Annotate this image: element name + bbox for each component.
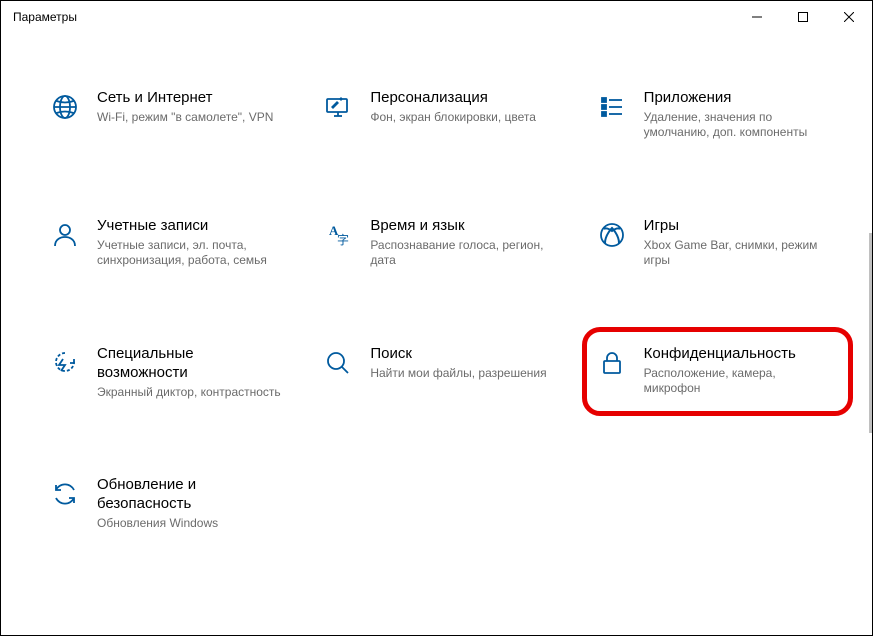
window-title: Параметры [13, 10, 77, 24]
tile-title: Обновление и безопасность [97, 476, 282, 514]
close-button[interactable] [826, 1, 872, 33]
tile-desc: Xbox Game Bar, снимки, режим игры [644, 238, 829, 269]
tile-texts: Учетные записи Учетные записи, эл. почта… [97, 217, 282, 269]
tile-title: Конфиденциальность [644, 345, 829, 364]
tile-title: Персонализация [370, 89, 555, 108]
tile-title: Поиск [370, 345, 555, 364]
scrollbar[interactable] [869, 233, 872, 433]
tile-desc: Найти мои файлы, разрешения [370, 366, 555, 382]
lock-icon [596, 347, 628, 379]
tile-texts: Игры Xbox Game Bar, снимки, режим игры [644, 217, 829, 269]
tile-texts: Обновление и безопасность Обновления Win… [97, 476, 282, 531]
svg-text:字: 字 [337, 232, 349, 247]
tile-title: Сеть и Интернет [97, 89, 282, 108]
tile-title: Время и язык [370, 217, 555, 236]
tile-texts: Сеть и Интернет Wi-Fi, режим "в самолете… [97, 89, 282, 125]
settings-grid: Сеть и Интернет Wi-Fi, режим "в самолете… [49, 85, 829, 535]
tile-desc: Распознавание голоса, регион, дата [370, 238, 555, 269]
tile-search[interactable]: Поиск Найти мои файлы, разрешения [322, 341, 555, 404]
tile-ease-of-access[interactable]: Специальные возможности Экранный диктор,… [49, 341, 282, 404]
maximize-button[interactable] [780, 1, 826, 33]
sync-icon [49, 478, 81, 510]
window-controls [734, 1, 872, 33]
tile-desc: Wi-Fi, режим "в самолете", VPN [97, 110, 282, 126]
tile-accounts[interactable]: Учетные записи Учетные записи, эл. почта… [49, 213, 282, 273]
tile-desc: Удаление, значения по умолчанию, доп. ко… [644, 110, 829, 141]
globe-icon [49, 91, 81, 123]
tile-texts: Время и язык Распознавание голоса, регио… [370, 217, 555, 269]
tile-title: Приложения [644, 89, 829, 108]
tile-network[interactable]: Сеть и Интернет Wi-Fi, режим "в самолете… [49, 85, 282, 145]
tile-texts: Конфиденциальность Расположение, камера,… [644, 345, 829, 397]
tile-texts: Персонализация Фон, экран блокировки, цв… [370, 89, 555, 125]
tile-texts: Специальные возможности Экранный диктор,… [97, 345, 282, 400]
tile-desc: Учетные записи, эл. почта, синхронизация… [97, 238, 282, 269]
content-area: Сеть и Интернет Wi-Fi, режим "в самолете… [1, 33, 872, 635]
list-icon [596, 91, 628, 123]
tile-update-security[interactable]: Обновление и безопасность Обновления Win… [49, 472, 282, 535]
tile-desc: Экранный диктор, контрастность [97, 385, 282, 401]
accessibility-icon [49, 347, 81, 379]
tile-title: Специальные возможности [97, 345, 282, 383]
tile-time-language[interactable]: A 字 Время и язык Распознавание голоса, р… [322, 213, 555, 273]
tile-texts: Поиск Найти мои файлы, разрешения [370, 345, 555, 381]
tile-desc: Расположение, камера, микрофон [644, 366, 829, 397]
tile-personalization[interactable]: Персонализация Фон, экран блокировки, цв… [322, 85, 555, 145]
tile-desc: Фон, экран блокировки, цвета [370, 110, 555, 126]
tile-title: Учетные записи [97, 217, 282, 236]
person-icon [49, 219, 81, 251]
language-icon: A 字 [322, 219, 354, 251]
minimize-button[interactable] [734, 1, 780, 33]
tile-title: Игры [644, 217, 829, 236]
tile-texts: Приложения Удаление, значения по умолчан… [644, 89, 829, 141]
tile-gaming[interactable]: Игры Xbox Game Bar, снимки, режим игры [596, 213, 829, 273]
tile-privacy[interactable]: Конфиденциальность Расположение, камера,… [596, 341, 829, 404]
tile-desc: Обновления Windows [97, 516, 282, 532]
tile-apps[interactable]: Приложения Удаление, значения по умолчан… [596, 85, 829, 145]
titlebar: Параметры [1, 1, 872, 33]
monitor-brush-icon [322, 91, 354, 123]
search-icon [322, 347, 354, 379]
xbox-icon [596, 219, 628, 251]
